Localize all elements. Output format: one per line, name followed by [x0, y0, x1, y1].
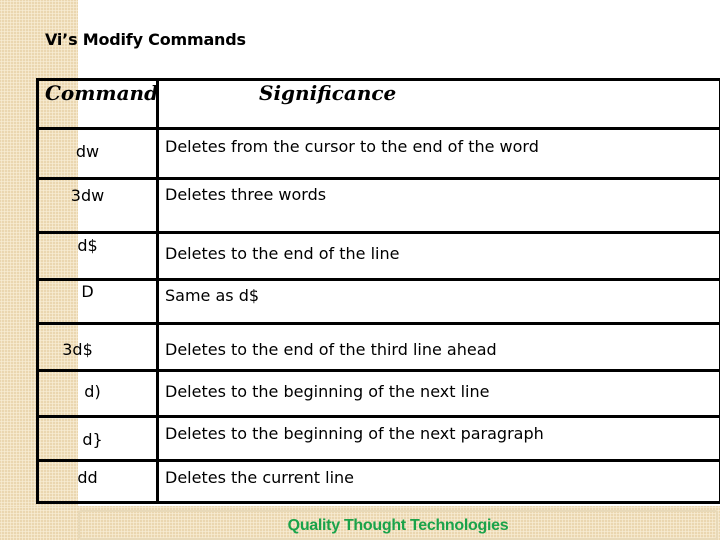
- command-cell: D: [36, 278, 159, 325]
- header-command: Command: [36, 78, 159, 130]
- command-text: d$: [77, 236, 98, 255]
- header-significance: Significance: [156, 78, 720, 130]
- table-row: d) Deletes to the beginning of the next …: [36, 369, 720, 418]
- significance-cell: Same as d$: [156, 278, 720, 325]
- command-text: d}: [82, 430, 103, 449]
- command-cell: d): [36, 369, 159, 418]
- table-row: D Same as d$: [36, 278, 720, 325]
- significance-cell: Deletes to the beginning of the next lin…: [156, 369, 720, 418]
- command-text: d): [84, 382, 101, 401]
- significance-text: Deletes to the beginning of the next par…: [165, 424, 544, 443]
- table-row: d} Deletes to the beginning of the next …: [36, 415, 720, 462]
- significance-cell: Deletes from the cursor to the end of th…: [156, 127, 720, 180]
- significance-text: Deletes to the beginning of the next lin…: [165, 382, 490, 401]
- command-text: 3d$: [62, 340, 93, 359]
- table-row: 3d$ Deletes to the end of the third line…: [36, 322, 720, 372]
- command-cell: d}: [36, 415, 159, 462]
- command-text: dw: [75, 142, 100, 161]
- command-text: D: [81, 282, 94, 301]
- command-cell: d$: [36, 231, 159, 281]
- significance-cell: Deletes three words: [156, 177, 720, 234]
- command-cell: dw: [36, 127, 159, 180]
- significance-text: Deletes to the end of the line: [165, 244, 400, 263]
- commands-table: Command Significance dw Deletes from the…: [36, 78, 720, 504]
- significance-text: Deletes the current line: [165, 468, 355, 487]
- command-text: 3dw: [70, 186, 105, 205]
- significance-text: Same as d$: [165, 286, 260, 305]
- significance-text: Deletes from the cursor to the end of th…: [165, 137, 539, 156]
- significance-cell: Deletes to the end of the third line ahe…: [156, 322, 720, 372]
- table-row: 3dw Deletes three words: [36, 177, 720, 234]
- command-text: dd: [77, 468, 98, 487]
- command-cell: 3d$: [36, 322, 159, 372]
- significance-text: Deletes three words: [165, 185, 327, 204]
- significance-cell: Deletes to the end of the line: [156, 231, 720, 281]
- significance-cell: Deletes the current line: [156, 459, 720, 504]
- table-header-row: Command Significance: [36, 78, 720, 130]
- slide-title: Vi’s Modify Commands: [45, 30, 246, 49]
- significance-cell: Deletes to the beginning of the next par…: [156, 415, 720, 462]
- command-cell: dd: [36, 459, 159, 504]
- table-row: dw Deletes from the cursor to the end of…: [36, 127, 720, 180]
- footer-banner: Quality Thought Technologies: [78, 510, 718, 540]
- command-cell: 3dw: [36, 177, 159, 234]
- significance-text: Deletes to the end of the third line ahe…: [165, 340, 497, 359]
- table-row: d$ Deletes to the end of the line: [36, 231, 720, 281]
- table-row: dd Deletes the current line: [36, 459, 720, 504]
